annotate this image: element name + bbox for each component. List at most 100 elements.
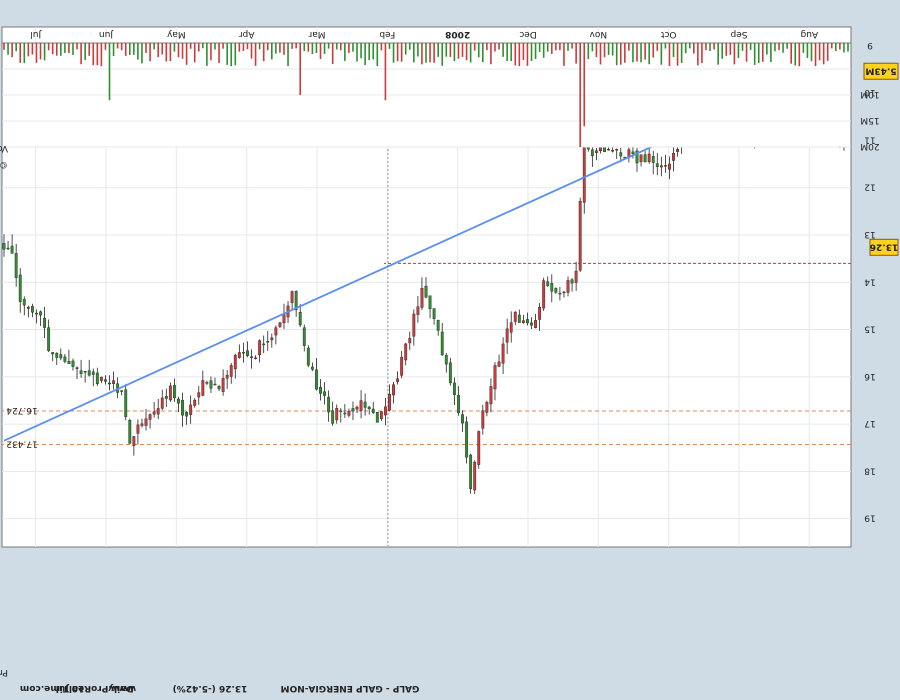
candle-body [315, 369, 318, 390]
month-label: Feb [379, 29, 395, 39]
candle-body [319, 386, 322, 394]
volume-tick-label: 10M [860, 89, 879, 99]
candle-body [63, 356, 67, 362]
candle-body [140, 423, 144, 426]
candle-body [225, 374, 229, 379]
candle-body [221, 378, 225, 392]
candle-body [384, 406, 387, 416]
candle-body [530, 322, 533, 326]
candle-body [582, 145, 586, 203]
candle-body [30, 306, 34, 313]
candle-body [71, 360, 75, 367]
candle-body [10, 245, 14, 254]
candle-body [404, 343, 408, 361]
candle-body [371, 408, 375, 413]
price-tick-label: 13 [864, 229, 875, 239]
candle-body [274, 327, 278, 336]
price-tick-label: 18 [864, 465, 876, 475]
candle-body [574, 270, 578, 283]
candle-body [173, 385, 176, 399]
candle-body [668, 163, 671, 170]
candle-body [351, 408, 355, 412]
candle-body [270, 337, 274, 341]
candle-body [250, 356, 253, 358]
candle-body [22, 299, 26, 306]
month-label: May [166, 29, 185, 39]
candle-body [607, 149, 611, 151]
candle-body [339, 410, 343, 412]
candle-body [306, 347, 310, 366]
candle-body [241, 352, 245, 354]
candle-body [461, 414, 464, 424]
candle-body [473, 461, 477, 491]
candle-body [104, 379, 107, 382]
candle-body [26, 306, 30, 309]
candle-body [201, 380, 205, 396]
candle-body [481, 410, 485, 429]
candle-body [392, 384, 395, 396]
candle-body [39, 311, 42, 316]
candle-body [91, 371, 95, 375]
candle-body [43, 317, 46, 328]
candle-body [590, 149, 594, 157]
header-last: 13.26 (-5.42%) [173, 683, 248, 693]
candle-body [408, 338, 412, 344]
candle-body [327, 396, 331, 413]
candle-body [229, 365, 233, 377]
candle-body [416, 306, 420, 315]
month-label: Jun [99, 29, 114, 39]
candle-body [452, 382, 456, 396]
month-label: 2008 [445, 29, 470, 39]
candle-body [428, 295, 432, 310]
candle-body [246, 350, 249, 356]
candle-body [51, 352, 55, 355]
candle-body [144, 418, 148, 426]
candle-body [509, 322, 513, 333]
level-label: 16.724 [6, 405, 38, 415]
candle-body [546, 281, 550, 286]
candle-body [189, 404, 193, 415]
candle-body [132, 436, 136, 446]
stock-chart: GALP - GALP ENERGIA-NOM 13.26 (-5.42%) D… [0, 0, 900, 700]
candle-body [611, 150, 615, 152]
candle-body [485, 401, 489, 413]
candle-body [457, 395, 460, 413]
candle-body [213, 383, 217, 386]
candle-body [578, 201, 582, 271]
candle-body [355, 406, 359, 410]
candle-body [310, 366, 314, 370]
candle-body [631, 151, 635, 154]
candle-body [258, 340, 262, 356]
candle-body [233, 354, 237, 370]
candle-body [266, 341, 270, 343]
month-label: Nov [589, 29, 607, 39]
candle-body [497, 361, 501, 367]
candle-body [177, 398, 180, 404]
candle-body [639, 154, 643, 163]
candle-body [302, 327, 306, 346]
candle-body [550, 282, 554, 292]
candle-body [347, 410, 351, 416]
candle-body [615, 149, 619, 151]
candle-body [538, 306, 542, 320]
candle-body [619, 152, 623, 157]
candle-body [477, 431, 481, 465]
candle-body [554, 288, 558, 293]
candle-body [2, 243, 6, 250]
candle-body [420, 288, 424, 308]
candle-body [99, 376, 103, 381]
month-label: Dec [519, 29, 536, 39]
candle-body [672, 153, 675, 161]
candle-body [489, 386, 493, 405]
candle-body [412, 313, 416, 337]
candle-body [152, 411, 156, 415]
month-label: Mar [308, 29, 325, 39]
candle-body [278, 322, 282, 327]
candle-body [663, 165, 667, 167]
candle-body [388, 394, 391, 411]
candle-body [18, 274, 22, 302]
price-tick-label: 12 [864, 182, 875, 192]
candle-body [465, 421, 468, 458]
price-tick-label: 19 [864, 513, 876, 523]
candle-body [6, 247, 10, 250]
